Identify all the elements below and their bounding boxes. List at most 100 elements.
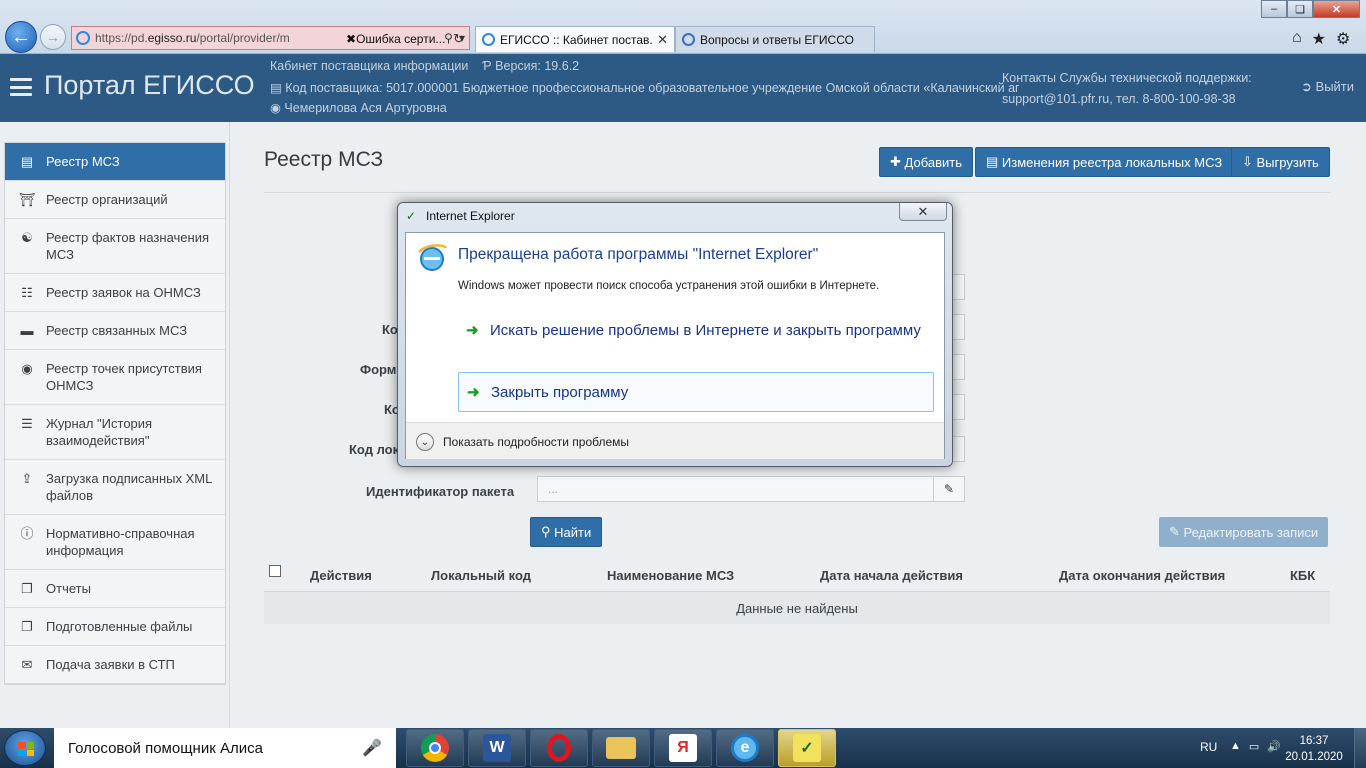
star-icon[interactable]: ★ <box>1312 29 1326 49</box>
ie-icon: e <box>731 734 759 762</box>
taskbar-app-yandex[interactable]: Я <box>654 729 712 767</box>
chrome-icon <box>421 734 449 762</box>
list-icon: ☰ <box>21 416 33 431</box>
sidebar-item-facts[interactable]: ☯ Реестр фактов назначения МСЗ <box>5 219 225 274</box>
home-icon[interactable]: ⌂ <box>1292 29 1302 49</box>
sidebar-menu: ▤ Реестр МСЗ ⛩ Реестр организаций ☯ Реестр … <box>4 142 226 685</box>
book-icon: ▤ <box>986 154 1002 169</box>
dialog-body: Прекращена работа программы "Internet Ex… <box>405 232 945 459</box>
voice-assistant-label: Голосовой помощник Алиса <box>68 739 263 757</box>
logout-link[interactable]: ➲ Выйти <box>1301 79 1354 95</box>
institution-icon: ⛩ <box>18 192 36 207</box>
cabinet-label: Кабинет поставщика информации <box>270 59 469 73</box>
select-all-checkbox[interactable] <box>269 565 281 577</box>
ie-crash-dialog: ✓ Internet Explorer ✕ Прекращена работа … <box>397 202 953 467</box>
dialog-subtitle: Windows может провести поиск способа уст… <box>458 280 880 292</box>
search-button[interactable]: ⚲ Найти <box>530 517 603 547</box>
sidebar-item-reference-info[interactable]: ⓘ Нормативно-справочная информация <box>5 515 225 570</box>
filter-label-code: Ко <box>382 322 398 337</box>
volume-icon[interactable]: 🔊 <box>1267 740 1281 753</box>
tab-cert-error[interactable]: ✖ Ошибка серти... ↻ <box>340 26 470 52</box>
sidebar-item-applications[interactable]: ☷ Реестр заявок на ОНМСЗ <box>5 274 225 312</box>
support-contacts: Контакты Службы технической поддержки: s… <box>1002 71 1252 106</box>
dialog-close-button[interactable]: ✕ <box>899 203 947 221</box>
search-icon: ⚲ <box>541 524 555 539</box>
sidebar-item-presence-points[interactable]: ◉ Реестр точек присутствия ОНМСЗ <box>5 350 225 405</box>
ie-icon <box>482 33 495 46</box>
column-header[interactable]: Локальный код <box>431 568 531 583</box>
taskbar-app-ie[interactable]: e <box>716 729 774 767</box>
column-header[interactable]: Дата окончания действия <box>1059 568 1225 583</box>
taskbar-app-opera[interactable] <box>530 729 588 767</box>
export-button[interactable]: ⇩ Выгрузить <box>1231 147 1330 177</box>
info-icon: ⓘ <box>20 526 34 541</box>
close-program-option[interactable]: ➜ Закрыть программу <box>458 372 934 412</box>
portal-title[interactable]: Портал ЕГИССО <box>44 70 255 101</box>
version-label: Версия: 19.6.2 <box>495 59 580 73</box>
column-header[interactable]: Дата начала действия <box>820 568 963 583</box>
maximize-button[interactable]: ❏ <box>1287 0 1313 18</box>
folder-icon <box>606 737 636 759</box>
tab-faq[interactable]: Вопросы и ответы ЕГИССО <box>675 26 875 52</box>
version-icon: Ƥ <box>482 59 492 73</box>
network-icon[interactable]: ▭ <box>1249 740 1259 753</box>
minimize-button[interactable]: – <box>1261 0 1287 18</box>
add-button[interactable]: ✚ Добавить <box>879 147 973 177</box>
menu-icon[interactable] <box>10 78 32 96</box>
sidebar-item-prepared-files[interactable]: ❐ Подготовленные файлы <box>5 608 225 646</box>
taskbar-app-egisso-signer[interactable]: ✓ <box>778 729 836 767</box>
egisso-signer-icon: ✓ <box>793 734 821 762</box>
back-button[interactable]: ← <box>5 21 37 53</box>
sidebar-item-reports[interactable]: ❐ Отчеты <box>5 570 225 608</box>
user-icon: ◉ <box>270 101 281 115</box>
sidebar-item-history-log[interactable]: ☰ Журнал "История взаимодействия" <box>5 405 225 460</box>
column-header[interactable]: Наименование МСЗ <box>607 568 734 583</box>
sidebar: ▤ Реестр МСЗ ⛩ Реестр организаций ☯ Реестр … <box>0 122 230 728</box>
show-desktop-button[interactable] <box>1354 728 1366 768</box>
show-details-link[interactable]: Показать подробности проблемы <box>443 435 629 449</box>
refresh-icon[interactable]: ↻ <box>453 31 464 47</box>
sidebar-item-linked-msz[interactable]: ▬ Реестр связанных МСЗ <box>5 312 225 350</box>
tab-egisso-cabinet[interactable]: ЕГИССО :: Кабинет постав... ✕ <box>475 26 675 52</box>
filter-label-form: Форм <box>360 362 397 377</box>
ie-logo-icon <box>418 244 448 271</box>
logout-icon: ➲ <box>1301 79 1312 94</box>
edit-records-button[interactable]: ✎ Редактировать записи <box>1159 517 1329 547</box>
eraser-icon[interactable]: ✎ <box>933 476 965 502</box>
column-header[interactable]: КБК <box>1290 568 1315 583</box>
sidebar-item-organizations[interactable]: ⛩ Реестр организаций <box>5 181 225 219</box>
upload-icon: ⇪ <box>21 471 33 486</box>
download-icon: ⇩ <box>1242 154 1257 169</box>
close-window-button[interactable]: ✕ <box>1313 0 1360 18</box>
page-title: Реестр МСЗ <box>264 148 384 171</box>
ie-icon <box>682 33 695 46</box>
voice-assistant-bar[interactable]: Голосовой помощник Алиса 🎤 <box>54 728 396 768</box>
language-indicator[interactable]: RU <box>1200 740 1217 754</box>
package-id-input[interactable]: ... <box>537 476 934 502</box>
chevron-down-icon[interactable]: ⌄ <box>416 433 434 451</box>
sidebar-item-msz-registry[interactable]: ▤ Реестр МСЗ <box>5 143 225 181</box>
ie-icon <box>76 31 90 45</box>
filter-label-package-id: Идентификатор пакета <box>366 484 515 499</box>
clock[interactable]: 16:37 20.01.2020 <box>1284 733 1344 765</box>
sidebar-item-stp-request[interactable]: ✉ Подача заявки в СТП <box>5 646 225 684</box>
search-solution-option[interactable]: ➜ Искать решение проблемы в Интернете и … <box>458 320 934 341</box>
green-arrow-icon: ➜ <box>466 322 479 339</box>
sidebar-item-xml-upload[interactable]: ⇪ Загрузка подписанных XML файлов <box>5 460 225 515</box>
gear-icon[interactable]: ⚙ <box>1336 29 1350 49</box>
dot-circle-icon: ◉ <box>21 361 33 376</box>
forward-button[interactable]: → <box>40 24 66 50</box>
tray-expand-icon[interactable]: ▲ <box>1230 740 1241 753</box>
cert-error-icon: ✖ <box>346 32 357 46</box>
taskbar-app-word[interactable]: W <box>468 729 526 767</box>
close-tab-icon[interactable]: ✕ <box>657 32 668 48</box>
taskbar-app-explorer[interactable] <box>592 729 650 767</box>
local-msz-changes-button[interactable]: ▤ Изменения реестра локальных МСЗ <box>975 147 1234 177</box>
microphone-off-icon[interactable]: 🎤 <box>362 738 382 758</box>
taskbar-app-chrome[interactable] <box>406 729 464 767</box>
taskbar: Голосовой помощник Алиса 🎤 W Я e ✓ RU ▲ … <box>0 728 1366 768</box>
portal-header: Портал ЕГИССО Кабинет поставщика информа… <box>0 54 1366 122</box>
start-button[interactable] <box>4 730 46 766</box>
column-header[interactable]: Действия <box>310 568 372 583</box>
opera-icon <box>547 734 571 762</box>
